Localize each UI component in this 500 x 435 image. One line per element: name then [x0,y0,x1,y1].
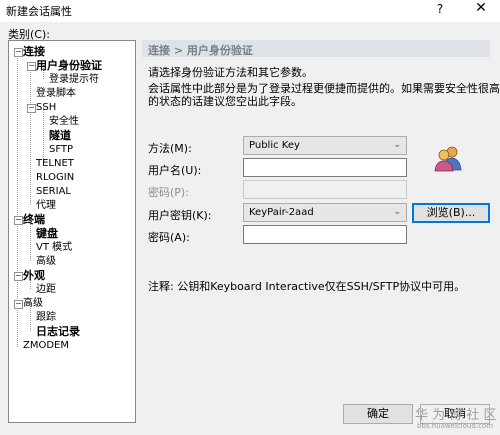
tree-item[interactable]: SERIAL [36,185,71,198]
watermark-text: 华 为 博 社 区 [415,408,497,423]
tree-expander-icon[interactable]: − [14,48,23,57]
tree-expander-icon[interactable]: − [14,300,23,309]
tree-item[interactable]: TELNET [36,157,74,170]
tree-item[interactable]: 键盘 [36,227,58,240]
tree-item[interactable]: SSH [36,101,56,114]
tree-item[interactable]: RLOGIN [36,171,74,184]
intro-text: 请选择身份验证方法和其它参数。 [148,66,313,79]
chevron-down-icon: ⌄ [393,207,401,217]
panel-heading-text: 连接 > 用户身份验证 [148,44,253,57]
method-select-value: Public Key [249,140,300,151]
tree-connector [30,65,31,205]
panel-heading: 连接 > 用户身份验证 [142,40,490,57]
tree-item[interactable]: 高级 [36,255,56,268]
tree-item[interactable]: 边距 [36,283,56,296]
tree-item[interactable]: 登录脚本 [36,87,76,100]
tree-item[interactable]: 安全性 [49,115,79,128]
tree-item[interactable]: 登录提示符 [49,73,99,86]
tree-expander-icon[interactable]: − [27,104,36,113]
tree-expander-icon[interactable]: − [14,272,23,281]
userkey-select-value: KeyPair-2aad [249,207,314,218]
chevron-down-icon: ⌄ [393,140,401,150]
ok-button[interactable]: 确定 [343,404,413,424]
settings-panel: 连接 > 用户身份验证 请选择身份验证方法和其它参数。 会话属性中此部分是为了登… [142,40,500,423]
tree-item[interactable]: 日志记录 [36,325,80,338]
password-label: 密码(P): [148,186,189,199]
tree-item[interactable]: 外观 [23,269,45,282]
window-title: 新建会话属性 [6,5,72,18]
passphrase-label: 密码(A): [148,231,190,244]
help-button[interactable]: ? [432,2,448,16]
tree-item[interactable]: 终端 [23,213,45,226]
tree-item[interactable]: ZMODEM [23,339,69,352]
category-tree[interactable]: − 连接 − 用户身份验证 登录提示符 登录脚本 − SSH 安全性 隧道 SFTP TELNET RL… [8,40,136,423]
tree-item[interactable]: VT 模式 [36,241,72,254]
tree-expander-icon[interactable]: − [27,62,36,71]
close-button[interactable]: ✕ [470,0,492,16]
watermark-url: bbs.huaweicloud.com [417,422,494,430]
method-select[interactable]: Public Key ⌄ [243,136,407,155]
tree-connector [43,107,44,163]
passphrase-field[interactable] [243,225,407,244]
note-text: 注释: 公钥和Keyboard Interactive仅在SSH/SFTP协议中… [148,280,466,293]
tree-expander-icon[interactable]: − [14,216,23,225]
tree-item[interactable]: 隧道 [49,129,71,142]
username-label: 用户名(U): [148,164,202,177]
tree-item[interactable]: 代理 [36,199,56,212]
users-icon [434,146,462,172]
userkey-select[interactable]: KeyPair-2aad ⌄ [243,203,407,222]
tree-item[interactable]: 用户身份验证 [36,59,102,72]
tree-item[interactable]: 跟踪 [36,311,56,324]
username-field[interactable] [243,158,407,177]
title-bar: 新建会话属性 ? ✕ [0,0,500,22]
userkey-label: 用户密钥(K): [148,209,212,222]
password-field[interactable] [243,180,407,199]
tree-item[interactable]: 连接 [23,45,45,58]
method-label: 方法(M): [148,142,192,155]
tree-item[interactable]: SFTP [49,143,73,156]
tree-item[interactable]: 高级 [23,297,43,310]
description-line-2: 的状态的话建议您空出此字段。 [148,95,302,108]
browse-button[interactable]: 浏览(B)... [412,203,490,223]
